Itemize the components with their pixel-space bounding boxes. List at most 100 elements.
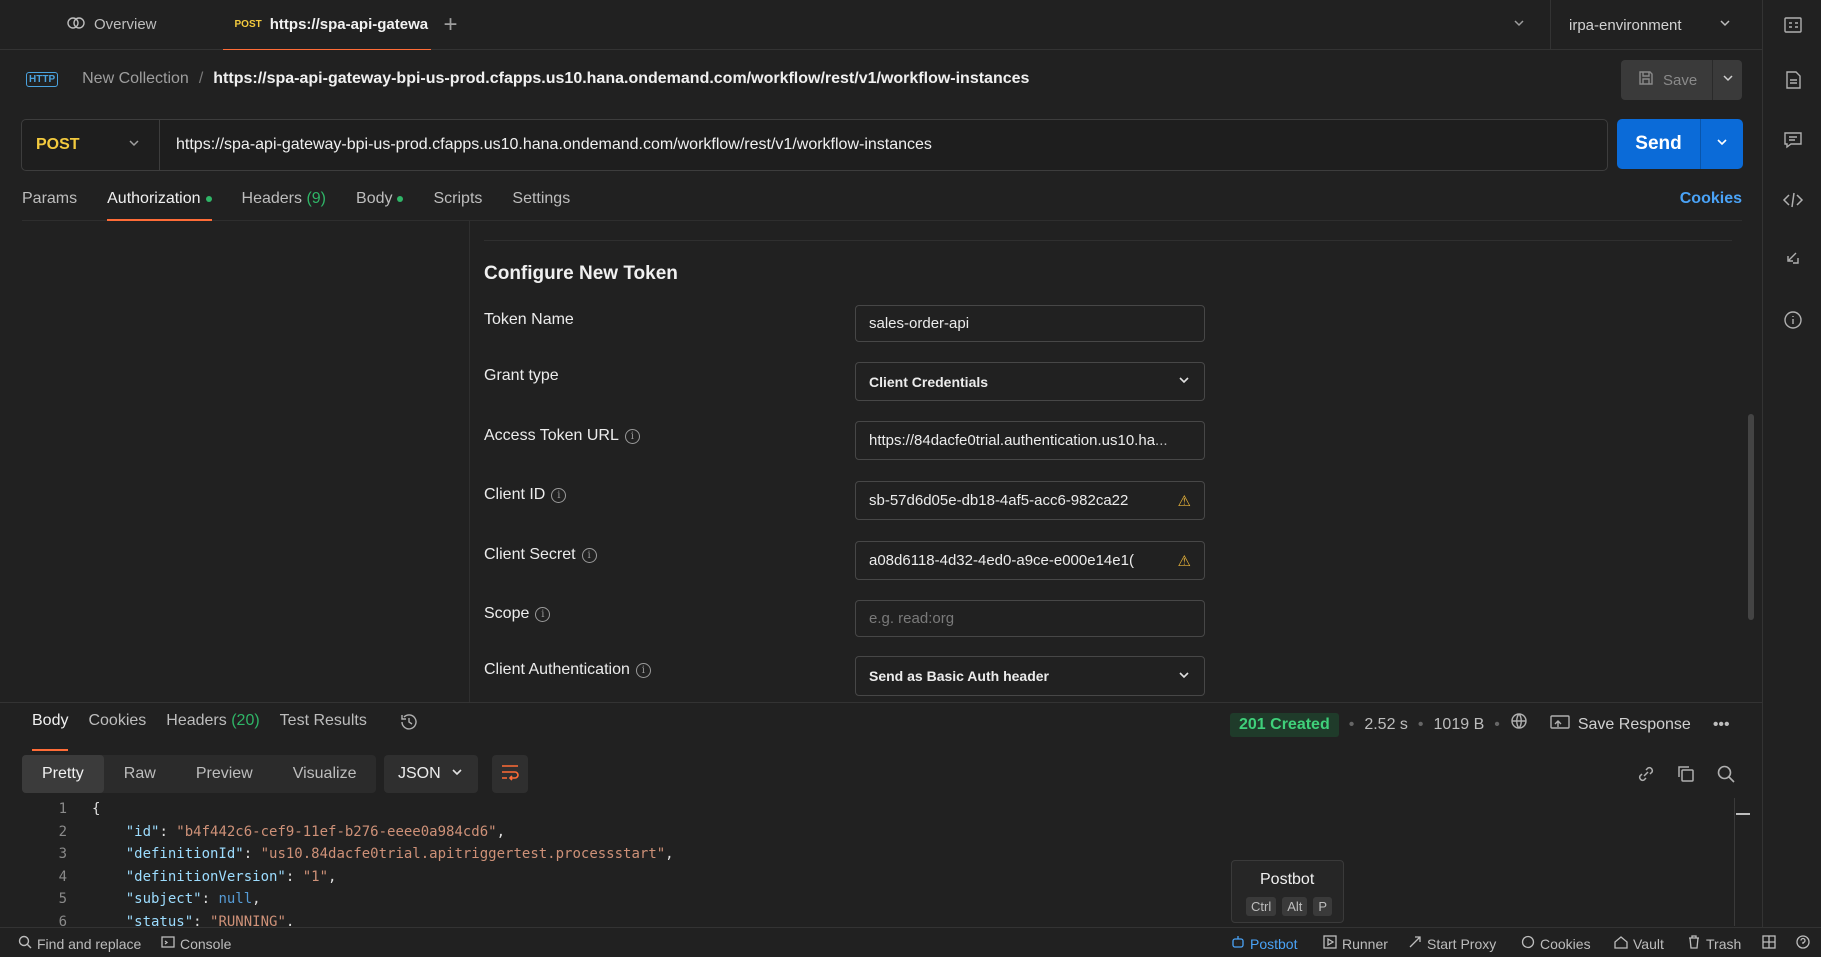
tab-settings[interactable]: Settings [512,186,570,220]
client-id-value: sb-57d6d05e-db18-4af5-acc6-982ca22 [869,492,1129,509]
token-name-input[interactable]: sales-order-api [855,305,1205,342]
search-icon[interactable] [1716,764,1736,784]
start-proxy-button[interactable]: Start Proxy [1408,935,1496,952]
more-options-icon[interactable]: ••• [1713,716,1730,734]
view-pretty[interactable]: Pretty [22,755,104,793]
format-select[interactable]: JSON [384,755,478,793]
vault-label: Vault [1633,935,1664,952]
postman-app: Overview POST https://spa-api-gatewa + i… [0,0,1821,957]
console-button[interactable]: Console [161,935,231,952]
access-token-url-input[interactable]: https://84dacfe0trial.authentication.us1… [855,421,1205,460]
response-time[interactable]: 2.52 s [1364,716,1408,734]
response-tab-body[interactable]: Body [32,712,69,751]
tab-request-active[interactable]: POST https://spa-api-gatewa [222,0,431,50]
postbot-button[interactable]: Postbot [1231,935,1297,952]
environment-quick-look-icon[interactable] [1782,14,1804,36]
client-secret-input[interactable]: a08d6118-4d32-4ed0-a9ce-e000e14e1( ⚠ [855,541,1205,580]
info-icon[interactable]: i [635,662,651,678]
view-preview[interactable]: Preview [176,755,273,793]
wrap-lines-button[interactable] [492,755,528,793]
trash-button[interactable]: Trash [1687,935,1741,952]
json-value: "b4f442c6-cef9-11ef-b276-eeee0a984cd6" [176,823,497,840]
tab-authorization[interactable]: Authorization [107,186,212,221]
runner-icon [1323,935,1337,952]
client-auth-select[interactable]: Send as Basic Auth header [855,656,1205,696]
grant-type-select[interactable]: Client Credentials [855,362,1205,401]
response-tab-test-results[interactable]: Test Results [280,712,367,744]
history-icon[interactable] [399,712,419,732]
layout-toggle-icon[interactable] [1762,935,1776,949]
tab-settings-label: Settings [512,190,571,207]
save-response-button[interactable]: Save Response [1550,714,1691,735]
view-raw[interactable]: Raw [104,755,176,793]
client-id-input[interactable]: sb-57d6d05e-db18-4af5-acc6-982ca22 ⚠ [855,481,1205,520]
response-size[interactable]: 1019 B [1434,716,1485,734]
environment-select[interactable]: irpa-environment [1550,0,1750,50]
info-icon[interactable]: i [535,606,551,622]
vault-icon [1614,935,1628,952]
tab-overview[interactable]: Overview [0,0,223,50]
client-auth-label: Client Authentication i [484,661,651,679]
code-scrollbar-track[interactable] [1734,798,1735,926]
find-replace-button[interactable]: Find and replace [18,935,141,952]
url-input[interactable] [160,136,1607,154]
cookies-link[interactable]: Cookies [1680,190,1742,208]
method-select[interactable]: POST [22,120,160,170]
client-secret-value: a08d6118-4d32-4ed0-a9ce-e000e14e1( [869,552,1134,569]
json-key: "subject" [125,891,202,908]
code-icon[interactable] [1782,189,1804,211]
response-tab-headers[interactable]: Headers (20) [166,712,259,744]
cookies-button[interactable]: Cookies [1521,935,1591,952]
response-tab-cookies[interactable]: Cookies [88,712,146,744]
send-options-button[interactable] [1701,119,1743,169]
breadcrumb-request-name[interactable]: https://spa-api-gateway-bpi-us-prod.cfap… [213,70,1029,88]
auth-scrollbar[interactable] [1748,414,1754,620]
request-url-bar: POST [21,119,1608,171]
code-text: "definitionId": "us10.84dacfe0trial.apit… [125,846,674,863]
send-button[interactable]: Send [1617,119,1701,169]
view-visualize[interactable]: Visualize [273,755,377,793]
copy-icon[interactable] [1676,764,1696,784]
breadcrumb-collection[interactable]: New Collection [82,70,189,88]
tab-params[interactable]: Params [22,186,77,220]
modified-dot [397,195,404,202]
runner-button[interactable]: Runner [1323,935,1388,952]
link-icon[interactable] [1636,764,1656,784]
documentation-icon[interactable] [1782,69,1804,91]
comments-icon[interactable] [1782,129,1804,151]
key-p: P [1313,897,1333,916]
method-value: POST [36,136,80,153]
line-number: 3 [58,846,67,863]
related-collections-icon[interactable] [1782,249,1804,271]
save-button[interactable]: Save [1621,60,1713,100]
warning-icon[interactable]: ⚠ [1174,552,1191,570]
save-options-button[interactable] [1713,71,1742,89]
save-label: Save [1663,71,1698,89]
console-label: Console [180,935,232,952]
tab-method: POST [234,19,262,30]
separator-dot: • [1417,715,1424,733]
info-icon[interactable]: i [551,487,567,503]
tab-headers[interactable]: Headers (9) [242,186,327,220]
status-badge[interactable]: 201 Created [1230,712,1339,737]
vault-button[interactable]: Vault [1614,935,1664,952]
tab-scripts[interactable]: Scripts [433,186,482,220]
token-name-value: sales-order-api [869,315,970,332]
code-line: 4 "definitionVersion": "1", [0,866,1735,889]
runner-label: Runner [1342,935,1388,952]
info-icon[interactable]: i [581,547,597,563]
scope-input[interactable]: e.g. read:org [855,600,1205,637]
tabs-dropdown-icon[interactable] [1512,16,1526,34]
proxy-icon [1408,935,1422,952]
response-divider[interactable] [0,702,1762,703]
tab-body[interactable]: Body [356,186,404,220]
info-icon[interactable] [1782,309,1804,331]
info-icon[interactable]: i [624,428,640,444]
new-tab-button[interactable]: + [431,11,471,39]
response-body-code[interactable]: 1{ 2 "id": "b4f442c6-cef9-11ef-b276-eeee… [0,798,1735,926]
warning-icon[interactable]: ⚠ [1174,492,1191,510]
grant-type-value: Client Credentials [869,373,989,390]
network-icon[interactable] [1510,712,1530,737]
help-icon[interactable] [1796,935,1810,949]
tab-body-label: Body [356,190,393,207]
